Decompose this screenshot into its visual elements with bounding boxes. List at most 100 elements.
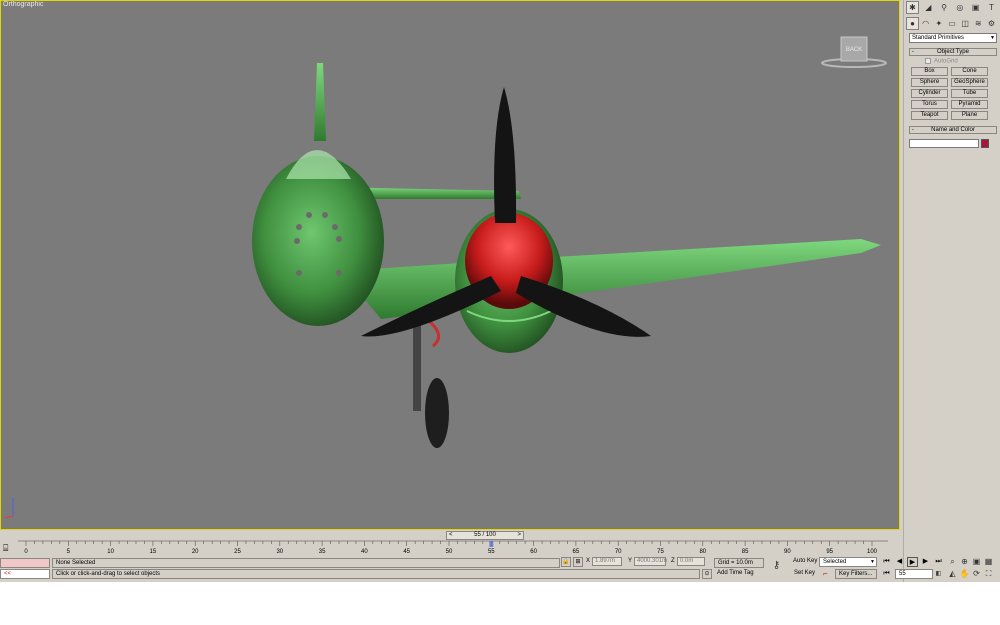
track-tick-label: 35 bbox=[319, 549, 326, 555]
track-tick-label: 60 bbox=[530, 549, 537, 555]
modify-icon[interactable]: ◢ bbox=[922, 1, 935, 14]
command-panel: ✱ ◢ ⚲ ◎ ▣ T ● ◠ ✦ ▭ ◫ ≋ ⚙ Standard Primi… bbox=[903, 0, 1000, 582]
grid-status: Grid = 10.0m bbox=[714, 558, 764, 568]
airplane-model bbox=[252, 63, 881, 448]
geometry-icon[interactable]: ● bbox=[906, 17, 919, 30]
field-of-view-icon[interactable]: ◭ bbox=[947, 569, 958, 579]
plane-button[interactable]: Plane bbox=[951, 111, 988, 120]
maxscript-expand-button[interactable]: << bbox=[0, 569, 50, 579]
time-config-icon[interactable]: ◧ bbox=[933, 569, 944, 579]
hierarchy-icon[interactable]: ⚲ bbox=[938, 1, 951, 14]
torus-button[interactable]: Torus bbox=[911, 100, 948, 109]
app-window: Orthographic BACK ✱ ◢ ⚲ ◎ ▣ T ● ◠ ✦ ▭ ◫ … bbox=[0, 0, 1000, 582]
curve-editor-icon[interactable]: ⌸ bbox=[3, 543, 8, 554]
prompt-line: Click or click-and-drag to select object… bbox=[52, 569, 700, 579]
time-slider-label: 55 / 100 bbox=[474, 532, 496, 538]
track-tick-label: 10 bbox=[107, 549, 114, 555]
key-icon[interactable]: ⚷ bbox=[771, 561, 782, 571]
category-icons: ● ◠ ✦ ▭ ◫ ≋ ⚙ bbox=[906, 17, 998, 31]
time-slider[interactable]: < 55 / 100 > bbox=[446, 531, 524, 540]
time-slider-next[interactable]: > bbox=[517, 532, 521, 539]
name-color-rollout[interactable]: - Name and Color bbox=[909, 126, 997, 134]
object-type-title: Object Type bbox=[937, 49, 969, 55]
tube-button[interactable]: Tube bbox=[951, 89, 988, 98]
object-type-rollout[interactable]: - Object Type bbox=[909, 48, 997, 56]
current-frame-marker[interactable] bbox=[489, 541, 494, 547]
chevron-down-icon: ▼ bbox=[990, 35, 995, 41]
pan-icon[interactable]: ✋ bbox=[959, 569, 970, 579]
track-tick-label: 90 bbox=[784, 549, 791, 555]
checkbox-icon bbox=[925, 58, 931, 64]
track-tick-label: 50 bbox=[446, 549, 453, 555]
zoom-extents-icon[interactable]: ▣ bbox=[971, 557, 982, 567]
object-color-swatch[interactable] bbox=[981, 139, 989, 148]
motion-icon[interactable]: ◎ bbox=[953, 1, 966, 14]
zoom-extents-all-icon[interactable]: ▦ bbox=[983, 557, 994, 567]
helpers-icon[interactable]: ◫ bbox=[959, 17, 972, 30]
x-coordinate-field[interactable]: 1.897m bbox=[592, 557, 622, 566]
set-key-button[interactable]: Set Key bbox=[794, 569, 815, 578]
panel-tabs: ✱ ◢ ⚲ ◎ ▣ T bbox=[906, 1, 998, 15]
time-tag-icon[interactable]: ⊙ bbox=[702, 569, 712, 579]
object-name-input[interactable] bbox=[909, 139, 979, 148]
orbit-icon[interactable]: ⟳ bbox=[971, 569, 982, 579]
track-tick-label: 15 bbox=[150, 549, 157, 555]
utilities-icon[interactable]: T bbox=[985, 1, 998, 14]
shapes-icon[interactable]: ◠ bbox=[919, 17, 932, 30]
track-bar[interactable]: 0 5 10 15 20 25 30 35 40 45 50 55 60 65 70 75 80 85 90 95 10… bbox=[18, 540, 888, 556]
primitives-dropdown[interactable]: Standard Primitives ▼ bbox=[909, 33, 997, 43]
maximize-viewport-icon[interactable]: ⛶ bbox=[983, 569, 994, 579]
cameras-icon[interactable]: ▭ bbox=[945, 17, 958, 30]
systems-icon[interactable]: ⚙ bbox=[985, 17, 998, 30]
autogrid-checkbox[interactable]: AutoGrid bbox=[925, 58, 958, 65]
track-tick-label: 5 bbox=[67, 549, 71, 555]
next-frame-icon[interactable]: ▶ bbox=[920, 557, 931, 567]
track-tick-label: 55 bbox=[488, 549, 495, 555]
selection-status: None Selected bbox=[52, 558, 560, 568]
time-slider-prev[interactable]: < bbox=[449, 532, 453, 539]
key-mode-toggle-icon[interactable]: ⏮ bbox=[881, 569, 892, 579]
key-filters-button[interactable]: Key Filters... bbox=[835, 569, 877, 579]
track-tick-label: 95 bbox=[826, 549, 833, 555]
name-color-title: Name and Color bbox=[931, 127, 975, 133]
lock-selection-icon[interactable]: 🔒 bbox=[561, 557, 571, 567]
x-label: X bbox=[586, 558, 591, 564]
pyramid-button[interactable]: Pyramid bbox=[951, 100, 988, 109]
perspective-viewport[interactable]: Orthographic BACK bbox=[0, 0, 900, 530]
play-icon[interactable]: ▶ bbox=[907, 557, 918, 567]
box-button[interactable]: Box bbox=[911, 67, 948, 76]
track-tick-label: 75 bbox=[657, 549, 664, 555]
track-tick-label: 65 bbox=[573, 549, 580, 555]
key-mode-dropdown[interactable]: Selected ▼ bbox=[819, 557, 877, 567]
absolute-mode-icon[interactable]: ⊞ bbox=[573, 557, 583, 567]
sphere-button[interactable]: Sphere bbox=[911, 78, 948, 87]
cylinder-button[interactable]: Cylinder bbox=[911, 89, 948, 98]
geosphere-button[interactable]: GeoSphere bbox=[951, 78, 988, 87]
zoom-icon[interactable]: ⌕ bbox=[947, 557, 958, 567]
maxscript-listener[interactable] bbox=[0, 558, 50, 568]
key-filter-icon[interactable]: ⌐ bbox=[820, 569, 831, 579]
lights-icon[interactable]: ✦ bbox=[932, 17, 945, 30]
viewport-label[interactable]: Orthographic bbox=[3, 1, 43, 8]
primitives-dropdown-value: Standard Primitives bbox=[912, 35, 965, 41]
auto-key-button[interactable]: Auto Key bbox=[793, 557, 817, 566]
go-to-start-icon[interactable]: ⏮ bbox=[881, 557, 892, 567]
teapot-button[interactable]: Teapot bbox=[911, 111, 948, 120]
y-coordinate-field[interactable]: 4000.301m bbox=[634, 557, 667, 566]
display-icon[interactable]: ▣ bbox=[969, 1, 982, 14]
previous-frame-icon[interactable]: ◀ bbox=[894, 557, 905, 567]
go-to-end-icon[interactable]: ⏭ bbox=[933, 557, 944, 567]
viewcube[interactable]: BACK bbox=[821, 33, 887, 71]
axis-tripod-icon bbox=[5, 498, 14, 519]
current-frame-field[interactable]: 55 bbox=[895, 569, 933, 579]
spacewarps-icon[interactable]: ≋ bbox=[972, 17, 985, 30]
cone-button[interactable]: Cone bbox=[951, 67, 988, 76]
zoom-all-icon[interactable]: ⊕ bbox=[959, 557, 970, 567]
collapse-icon: - bbox=[912, 49, 914, 55]
track-tick-label: 45 bbox=[403, 549, 410, 555]
track-tick-label: 85 bbox=[742, 549, 749, 555]
create-icon[interactable]: ✱ bbox=[906, 1, 919, 14]
z-coordinate-field[interactable]: 0.0m bbox=[677, 557, 705, 566]
add-time-tag-button[interactable]: Add Time Tag bbox=[714, 569, 766, 579]
viewcube-face-label: BACK bbox=[846, 47, 862, 53]
